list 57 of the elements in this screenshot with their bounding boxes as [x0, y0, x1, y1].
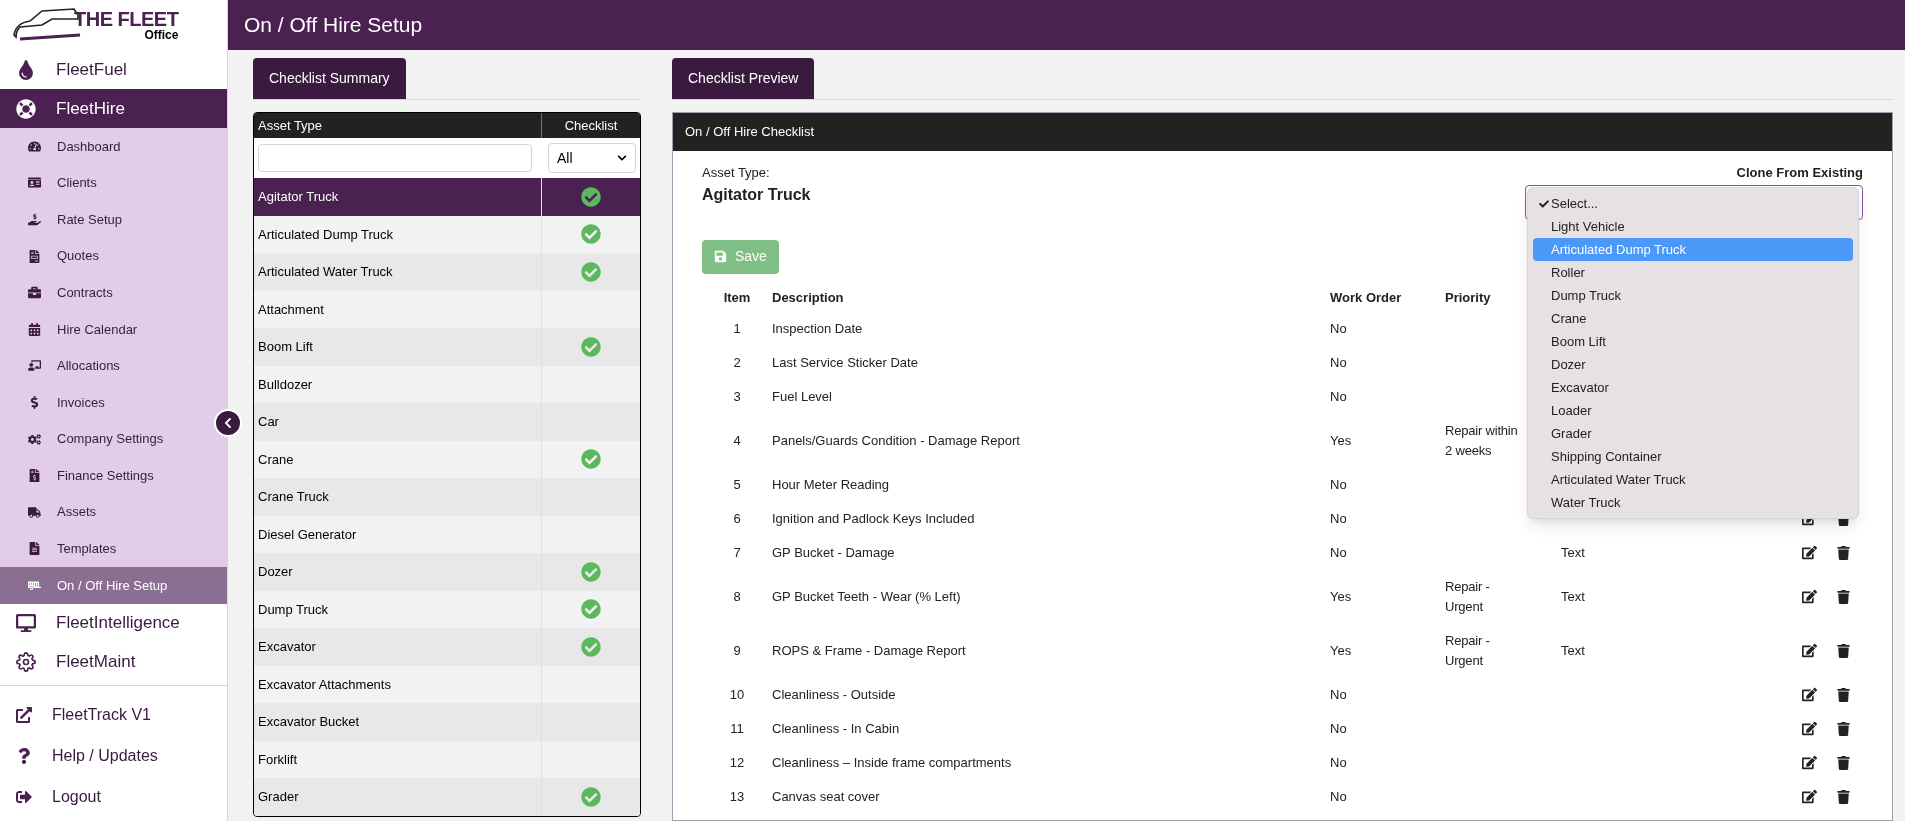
table-cell-text: 5 [733, 475, 741, 494]
table-cell-text: 3 [733, 387, 741, 406]
table-cell-text: Repair - Urgent [1445, 631, 1491, 670]
table-cell-text: Cleanliness - Outside [772, 685, 896, 704]
table-cell-text: No [1330, 685, 1347, 704]
table-cell-text: 10 [729, 685, 745, 704]
table-cell-text: No [1330, 719, 1347, 738]
column-header: Work Order [1330, 288, 1402, 307]
table-cell-text: 1 [733, 319, 741, 338]
table-cell-text: 4 [733, 431, 741, 450]
logo-subtitle: Office [144, 29, 179, 41]
table-cell-text: GP Bucket Teeth - Wear (% Left) [772, 587, 961, 606]
table-cell-text: No [1330, 509, 1347, 528]
table-cell-text: 12 [729, 753, 745, 772]
column-header: Checklist [563, 116, 619, 135]
table-cell-text: No [1330, 543, 1347, 562]
table-cell-text: 9 [733, 641, 741, 660]
card-header: On / Off Hire Checklist [673, 113, 1892, 151]
table-cell-text: 8 [733, 587, 741, 606]
table-cell-text: Hour Meter Reading [772, 475, 890, 494]
asset-type-label: Asset Type: [702, 164, 771, 182]
table-cell-text: No [1330, 319, 1347, 338]
table-cell-text: No [1330, 475, 1347, 494]
clone-label: Clone From Existing [1736, 164, 1863, 182]
table-cell-text: Panels/Guards Condition - Damage Report [772, 431, 1020, 450]
table-cell-text: 6 [733, 509, 741, 528]
table-cell-text: Yes [1330, 641, 1352, 660]
table-cell-text: No [1330, 387, 1347, 406]
table-cell-text: Ignition and Padlock Keys Included [772, 509, 975, 528]
table-cell-text: Text [1561, 641, 1585, 660]
table-cell-text: 11 [730, 719, 744, 738]
table-cell-text: Yes [1330, 587, 1352, 606]
table-cell-text: Cleanliness - In Cabin [772, 719, 900, 738]
table-cell-text: No [1330, 753, 1347, 772]
column-header: Description [772, 288, 844, 307]
asset-type-value: Agitator Truck [702, 184, 811, 205]
table-cell-text: ROPS & Frame - Damage Report [772, 641, 966, 660]
table-cell-text: Yes [1330, 431, 1352, 450]
table-cell-text: Canvas seat cover [772, 787, 880, 806]
table-cell-text: 7 [733, 543, 741, 562]
table-cell-text: Fuel Level [772, 387, 832, 406]
table-cell-text: 2 [733, 353, 741, 372]
table-cell-text: Text [1561, 587, 1585, 606]
table-cell-text: Last Service Sticker Date [772, 353, 918, 372]
column-header: Item [723, 288, 751, 307]
table-cell-text: Inspection Date [772, 319, 863, 338]
table-cell-text: No [1330, 353, 1347, 372]
table-cell-text: 13 [729, 787, 745, 806]
table-cell-text: Repair - Urgent [1445, 577, 1491, 616]
page-title: On / Off Hire Setup [244, 12, 423, 39]
table-cell-text: Repair within 2 weeks [1445, 421, 1519, 460]
table-cell-text: Cleanliness – Inside frame compartments [772, 753, 1012, 772]
logo-title: THE FLEET [74, 9, 179, 29]
column-header: Priority [1445, 288, 1491, 307]
table-cell-text: GP Bucket - Damage [772, 543, 895, 562]
table-cell-text: Text [1561, 543, 1585, 562]
table-cell-text: No [1330, 787, 1347, 806]
